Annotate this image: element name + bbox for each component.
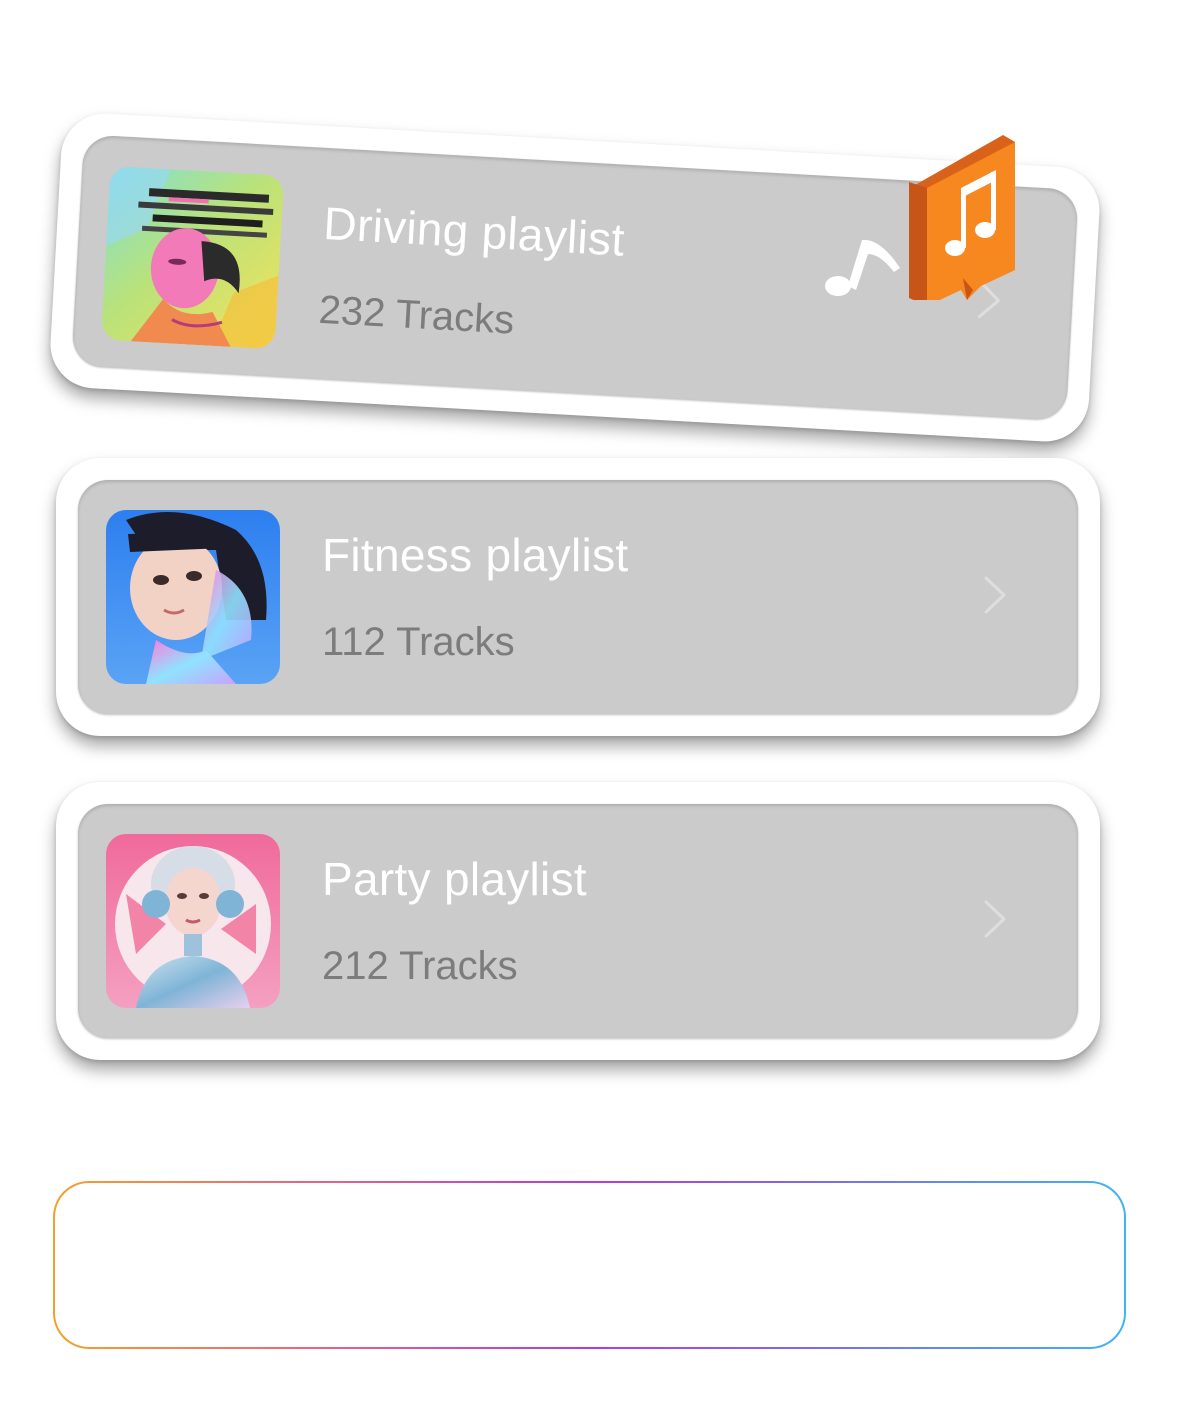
playlist-title: Fitness playlist [322,529,629,581]
playlist-cover-image [100,165,285,350]
gradient-action-button-inner [55,1183,1124,1347]
playlist-track-count: 112 Tracks [322,620,515,664]
glitch-portrait-cover [100,165,285,350]
playlist-card-body: Fitness playlist 112 Tracks [78,480,1078,714]
playlist-title: Party playlist [322,853,587,905]
playlist-title: Driving playlist [322,196,626,266]
playlist-track-count: 232 Tracks [317,287,516,343]
robot-headphones-cover [106,834,280,1008]
playlist-track-count: 212 Tracks [322,944,518,988]
playlist-card-body: Party playlist 212 Tracks [78,804,1078,1038]
music-note-badge-icon [905,130,1020,306]
chevron-right-icon [982,899,1008,939]
playlist-cover-image [106,510,280,684]
playlist-cover-image [106,834,280,1008]
playlist-card-fitness[interactable]: Fitness playlist 112 Tracks [56,458,1100,736]
holographic-girl-cover [106,510,280,684]
music-note-icon [822,228,904,300]
playlist-card-party[interactable]: Party playlist 212 Tracks [56,782,1100,1060]
gradient-action-button[interactable] [53,1181,1126,1349]
chevron-right-icon [982,575,1008,615]
playlist-screen: Driving playlist 232 Tracks Fitness play… [0,0,1179,1413]
